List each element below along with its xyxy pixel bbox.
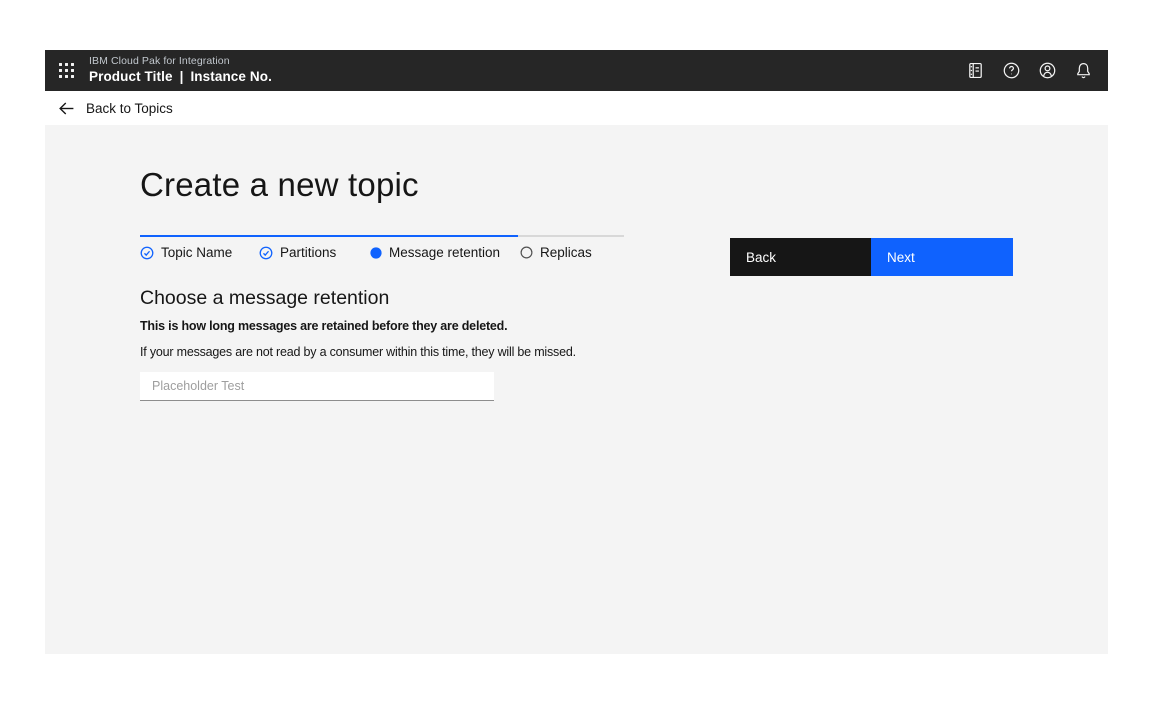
back-button[interactable]: Back — [730, 238, 871, 276]
progress-indicator: Topic Name Partitions Message retention — [140, 235, 624, 263]
brand-separator: | — [180, 69, 184, 84]
step-complete-icon — [140, 246, 154, 260]
step-label: Message retention — [389, 245, 500, 260]
step-label: Topic Name — [161, 245, 232, 260]
page-title: Create a new topic — [140, 165, 419, 205]
app-header: IBM Cloud Pak for Integration Product Ti… — [45, 50, 1108, 91]
step-complete-icon — [259, 246, 273, 260]
retention-description-bold: This is how long messages are retained b… — [140, 319, 507, 333]
brand-eyebrow: IBM Cloud Pak for Integration — [89, 56, 272, 68]
switcher-icon — [59, 63, 74, 78]
progress-steps: Topic Name Partitions Message retention — [140, 245, 624, 263]
retention-input[interactable] — [140, 372, 494, 401]
header-brand: IBM Cloud Pak for Integration Product Ti… — [89, 56, 272, 85]
back-navigation-bar: Back to Topics — [45, 91, 1108, 125]
user-button[interactable] — [1037, 61, 1057, 81]
step-message-retention[interactable]: Message retention — [370, 245, 500, 260]
app-switcher-button[interactable] — [45, 50, 87, 91]
wizard-button-set: Back Next — [730, 238, 1013, 276]
instance-number: Instance No. — [190, 69, 271, 84]
step-topic-name[interactable]: Topic Name — [140, 245, 232, 260]
catalog-button[interactable] — [965, 61, 985, 81]
notification-bell-icon — [1074, 61, 1093, 80]
back-to-topics-label: Back to Topics — [86, 101, 173, 116]
help-icon — [1002, 61, 1021, 80]
header-actions — [965, 61, 1108, 81]
retention-description: If your messages are not read by a consu… — [140, 345, 576, 359]
back-to-topics-link[interactable]: Back to Topics — [58, 100, 173, 117]
step-replicas[interactable]: Replicas — [520, 245, 592, 260]
user-avatar-icon — [1038, 61, 1057, 80]
step-partitions[interactable]: Partitions — [259, 245, 336, 260]
product-title: Product Title — [89, 69, 173, 84]
step-label: Partitions — [280, 245, 336, 260]
step-current-icon — [370, 247, 382, 259]
step-incomplete-icon — [520, 246, 533, 259]
brand-title-line: Product Title | Instance No. — [89, 70, 272, 85]
create-topic-panel: Create a new topic Topic Name Partitions — [45, 125, 1108, 654]
progress-track — [140, 235, 624, 237]
arrow-left-icon — [58, 100, 75, 117]
catalog-icon — [966, 61, 985, 80]
notifications-button[interactable] — [1073, 61, 1093, 81]
step-label: Replicas — [540, 245, 592, 260]
section-heading: Choose a message retention — [140, 287, 389, 310]
next-button[interactable]: Next — [871, 238, 1013, 276]
progress-fill — [140, 235, 518, 237]
help-button[interactable] — [1001, 61, 1021, 81]
